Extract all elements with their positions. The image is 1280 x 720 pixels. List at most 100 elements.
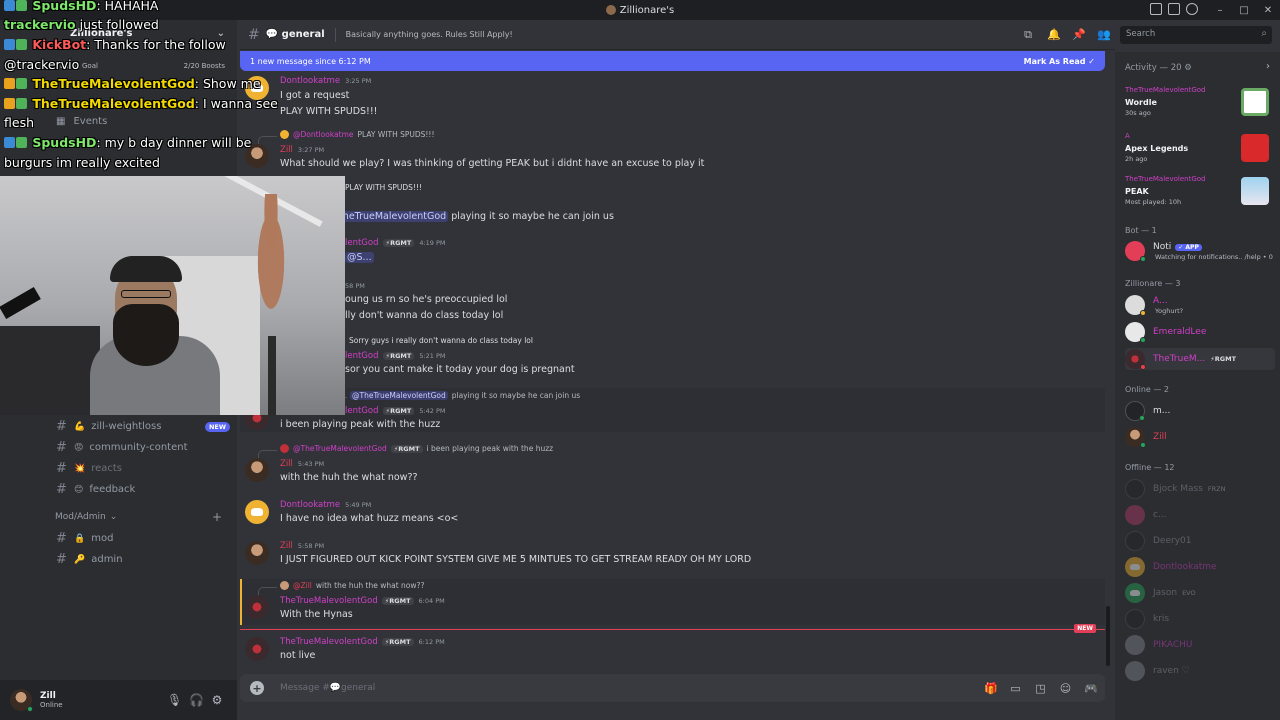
gear-icon[interactable]: ⚙ xyxy=(211,693,223,707)
sticker-icon[interactable]: ◳ xyxy=(1034,682,1047,695)
member[interactable]: m... xyxy=(1125,400,1275,422)
message-author[interactable]: Zill xyxy=(280,459,293,469)
avatar[interactable] xyxy=(245,458,269,482)
inbox-icon[interactable] xyxy=(1150,3,1162,15)
members-icon[interactable]: 👥 xyxy=(1097,28,1111,42)
message-fragment[interactable]: Sorry guys i really don't wanna do class… xyxy=(349,336,1214,350)
gif-icon[interactable]: ▭ xyxy=(1009,682,1022,695)
role-badge: ⚡RGMT xyxy=(381,638,414,646)
message[interactable]: Zill 5:58 PM I JUST FIGURED OUT KICK POIN… xyxy=(240,539,1105,573)
message-fragment[interactable]: lentGod ⚡RGMT 5:21 PM sor you cant make it… xyxy=(345,351,1210,381)
microphone-icon[interactable]: 🎙 xyxy=(167,693,182,707)
message-author[interactable]: lentGod xyxy=(345,351,379,361)
chat-scrollbar[interactable] xyxy=(1106,606,1110,666)
new-messages-bar[interactable]: 1 new message since 6:12 PM Mark As Read… xyxy=(240,51,1105,71)
member[interactable]: Dontlookatme xyxy=(1125,556,1275,578)
member[interactable]: Bjock Mass FRZN xyxy=(1125,478,1275,500)
channel-admin[interactable]: # 🔑 admin xyxy=(50,549,230,570)
message-header: TheTrueMalevolentGod ⚡RGMT 6:04 PM xyxy=(280,596,445,606)
badge-icon xyxy=(4,78,15,89)
reply-preview[interactable]: @Zill with the huh the what now?? xyxy=(257,581,424,596)
message[interactable]: @TheTrueMalevolentGod ⚡RGMT i been playi… xyxy=(240,442,1105,486)
activity-card-wordle[interactable]: TheTrueMalevolentGod Wordle 30s ago xyxy=(1121,86,1273,126)
member[interactable]: c... xyxy=(1125,504,1275,526)
gift-icon[interactable]: 🎁 xyxy=(984,682,998,695)
emoji-icon[interactable]: ☺ xyxy=(1059,682,1072,695)
channel-zill-weightloss[interactable]: # 💪 zill-weightloss NEW xyxy=(50,416,230,437)
channel-reacts[interactable]: # 💥 reacts xyxy=(50,458,230,479)
message-header: lentGod ⚡RGMT 5:42 PM xyxy=(345,406,446,416)
message-fragment[interactable]: TheTrueMalevolentGod playing it so maybe… xyxy=(335,211,1200,225)
message-author[interactable]: Dontlookatme xyxy=(280,500,340,510)
minimize-button[interactable]: – xyxy=(1208,0,1232,20)
add-attachment-button[interactable]: + xyxy=(250,681,264,695)
close-button[interactable]: ✕ xyxy=(1256,0,1280,20)
member[interactable]: Zill xyxy=(1125,426,1275,448)
role-badge: ⚡RGMT xyxy=(382,407,415,415)
message-author[interactable]: TheTrueMalevolentGod xyxy=(280,596,378,606)
channel-community-content[interactable]: # 😡 community-content xyxy=(50,437,230,458)
screen-icon[interactable] xyxy=(1168,3,1180,15)
mention[interactable]: TheTrueMalevolentGod xyxy=(335,211,449,222)
member[interactable]: raven ♡ xyxy=(1125,660,1275,682)
avatar[interactable] xyxy=(245,637,269,661)
add-channel-icon[interactable]: + xyxy=(212,510,222,524)
message-fragment[interactable]: 58 PM oung us rn so he's preoccupied lol… xyxy=(345,281,1210,325)
message-author[interactable]: Zill xyxy=(280,541,293,551)
role-badge: ⚡RGMT xyxy=(382,239,415,247)
bell-icon[interactable]: 🔔 xyxy=(1047,28,1061,42)
search-input[interactable]: Search ⌕ xyxy=(1120,26,1272,44)
channel-mod[interactable]: # 🔒 mod xyxy=(50,528,230,549)
chevron-right-icon[interactable]: › xyxy=(1266,61,1270,72)
avatar[interactable] xyxy=(245,595,269,619)
message-author[interactable]: lentGod xyxy=(345,238,379,248)
avatar[interactable] xyxy=(245,541,269,565)
reply-avatar xyxy=(280,581,289,590)
maximize-button[interactable]: □ xyxy=(1232,0,1256,20)
overlay-line: trackervio just followed xyxy=(4,17,159,32)
member-name: TheTrueM... xyxy=(1153,354,1206,364)
member[interactable]: TheTrueM... ⚡RGMT xyxy=(1125,348,1275,370)
reply-preview[interactable]: @TheTrueMalevolentGod ⚡RGMT i been playi… xyxy=(257,444,553,459)
activity-card-apex[interactable]: A Apex Legends 2h ago xyxy=(1121,132,1273,172)
category-mod-admin[interactable]: Mod/Admin ⌄ + xyxy=(50,506,230,528)
search-placeholder: Search xyxy=(1126,29,1156,39)
message-author[interactable]: lentGod xyxy=(345,406,379,416)
mark-as-read-button[interactable]: Mark As Read ✓ xyxy=(1024,57,1095,66)
help-icon[interactable] xyxy=(1186,3,1198,15)
reply-preview[interactable]: @Dontlookatme PLAY WITH SPUDS!!! xyxy=(257,130,434,145)
avatar[interactable] xyxy=(10,689,33,712)
member[interactable]: kris xyxy=(1125,608,1275,630)
message-fragment[interactable]: lentGod ⚡RGMT 4:19 PM @S... xyxy=(345,238,1210,268)
member[interactable]: Deery01 xyxy=(1125,530,1275,552)
activity-header[interactable]: Activity — 20 ⚙ xyxy=(1125,63,1192,73)
message-author[interactable]: TheTrueMalevolentGod xyxy=(280,637,378,647)
user-panel-name[interactable]: Zill Online xyxy=(40,691,63,709)
channel-feedback[interactable]: # 😊 feedback xyxy=(50,479,230,500)
message[interactable]: @Dontlookatme PLAY WITH SPUDS!!! Zill 3:2… xyxy=(240,128,1105,172)
overlay-user: TheTrueMalevolentGod xyxy=(32,76,195,91)
activity-card-peak[interactable]: TheTrueMalevolentGod PEAK Most played: 1… xyxy=(1121,175,1273,215)
member[interactable]: Jason EVO xyxy=(1125,582,1275,604)
avatar[interactable] xyxy=(245,500,269,524)
member[interactable]: A... Yoghurt? xyxy=(1125,294,1275,316)
message-composer[interactable]: + Message #💬general 🎁 ▭ ◳ ☺ 🎮 xyxy=(240,674,1105,702)
message-author[interactable]: Dontlookatme xyxy=(280,76,340,86)
message-fragment[interactable]: PLAY WITH SPUDS!!! xyxy=(345,183,1210,197)
mention[interactable]: @S... xyxy=(345,252,374,263)
member-noti[interactable]: Noti ✓ APP Watching for notifications.. … xyxy=(1125,240,1275,262)
reply-preview[interactable]: @TheTrueMalevolentGod playing it so mayb… xyxy=(327,391,580,406)
channel-name: community-content xyxy=(89,442,188,453)
headphones-icon[interactable]: 🎧 xyxy=(189,693,204,707)
message[interactable]: @TheTrueMalevolentGod playing it so mayb… xyxy=(240,388,1105,432)
message[interactable]: @Zill with the huh the what now?? TheTru… xyxy=(240,579,1105,625)
apps-icon[interactable]: 🎮 xyxy=(1084,682,1098,695)
member[interactable]: PIKACHU xyxy=(1125,634,1275,656)
message[interactable]: TheTrueMalevolentGod ⚡RGMT 6:12 PM not liv… xyxy=(240,635,1105,669)
message[interactable]: Dontlookatme 3:25 PM I got a request PLAY… xyxy=(240,74,1105,118)
pin-icon[interactable]: 📌 xyxy=(1072,28,1086,42)
threads-icon[interactable]: ⧉ xyxy=(1022,28,1034,42)
message[interactable]: Dontlookatme 5:49 PM I have no idea what … xyxy=(240,498,1105,532)
member[interactable]: EmeraldLee xyxy=(1125,321,1275,343)
message-author[interactable]: Zill xyxy=(280,145,293,155)
